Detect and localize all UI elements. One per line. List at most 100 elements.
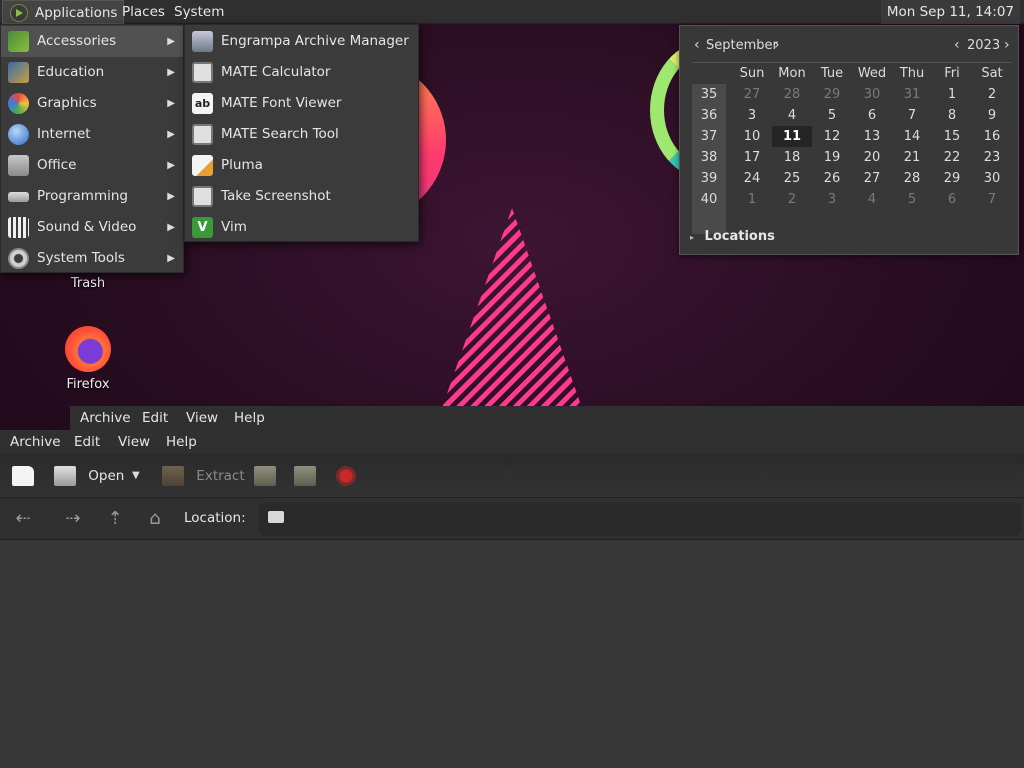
calendar-day[interactable]: 19 <box>812 147 852 168</box>
calendar-day[interactable]: 27 <box>732 84 772 105</box>
calendar-day[interactable]: 18 <box>772 147 812 168</box>
calendar-day[interactable]: 22 <box>932 147 972 168</box>
sound-video-icon <box>8 217 29 238</box>
menu-item-label: Office <box>37 157 77 173</box>
calendar-day[interactable]: 27 <box>852 168 892 189</box>
applications-menu-button[interactable]: Applications <box>2 0 125 24</box>
locations-label: Locations <box>704 229 775 244</box>
calendar-day[interactable]: 3 <box>732 105 772 126</box>
calendar-day[interactable]: 25 <box>772 168 812 189</box>
submenu-item-font-viewer[interactable]: ab MATE Font Viewer <box>185 88 418 119</box>
back-menu-help[interactable]: Help <box>228 406 271 430</box>
calendar-day[interactable]: 7 <box>972 189 1012 210</box>
calendar-day[interactable]: 5 <box>812 105 852 126</box>
calendar-day[interactable]: 1 <box>732 189 772 210</box>
calendar-day[interactable]: 16 <box>972 126 1012 147</box>
calendar-day[interactable]: 20 <box>852 147 892 168</box>
extract-button[interactable]: Extract <box>162 462 245 490</box>
back-arrow-icon[interactable]: ⇠ <box>12 508 34 530</box>
menu-item-graphics[interactable]: Graphics ▶ <box>1 88 183 119</box>
menu-archive[interactable]: Archive <box>4 430 67 454</box>
menu-item-system-tools[interactable]: System Tools ▶ <box>1 243 183 274</box>
new-archive-button[interactable] <box>12 462 34 490</box>
calendar-day[interactable]: 4 <box>852 189 892 210</box>
calendar-day[interactable]: 30 <box>972 168 1012 189</box>
menu-item-label: MATE Calculator <box>221 64 331 80</box>
calendar-day[interactable]: 11 <box>772 126 812 147</box>
menu-item-programming[interactable]: Programming ▶ <box>1 181 183 212</box>
calendar-day[interactable]: 6 <box>932 189 972 210</box>
submenu-item-calculator[interactable]: MATE Calculator <box>185 57 418 88</box>
prev-month-icon[interactable]: ‹ <box>694 37 700 53</box>
submenu-item-screenshot[interactable]: Take Screenshot <box>185 181 418 212</box>
home-icon[interactable]: ⌂ <box>144 508 166 530</box>
menu-view[interactable]: View <box>112 430 156 454</box>
menu-help[interactable]: Help <box>160 430 203 454</box>
calendar-day[interactable]: 17 <box>732 147 772 168</box>
stop-button[interactable] <box>336 462 356 490</box>
menu-item-office[interactable]: Office ▶ <box>1 150 183 181</box>
desktop-icon-trash[interactable]: Trash <box>48 276 128 291</box>
menu-item-internet[interactable]: Internet ▶ <box>1 119 183 150</box>
calendar-day[interactable]: 26 <box>812 168 852 189</box>
system-menu-button[interactable]: System <box>168 0 230 24</box>
calendar-day[interactable]: 10 <box>732 126 772 147</box>
calendar-day[interactable]: 29 <box>932 168 972 189</box>
week-number: 40 <box>700 192 718 207</box>
back-menu-archive[interactable]: Archive <box>74 406 137 430</box>
menu-item-education[interactable]: Education ▶ <box>1 57 183 88</box>
calendar-day[interactable]: 1 <box>932 84 972 105</box>
open-button[interactable]: Open <box>54 462 124 490</box>
next-month-icon[interactable]: › <box>774 37 780 53</box>
calendar-day[interactable]: 28 <box>892 168 932 189</box>
up-arrow-icon[interactable]: ⇡ <box>104 508 126 530</box>
add-files-button[interactable] <box>254 462 276 490</box>
calendar-day[interactable]: 7 <box>892 105 932 126</box>
calendar-day[interactable]: 6 <box>852 105 892 126</box>
next-year-icon[interactable]: › <box>1004 37 1010 53</box>
calendar-day[interactable]: 2 <box>772 189 812 210</box>
submenu-item-search-tool[interactable]: MATE Search Tool <box>185 119 418 150</box>
calendar-day[interactable]: 21 <box>892 147 932 168</box>
menu-item-sound-video[interactable]: Sound & Video ▶ <box>1 212 183 243</box>
add-folder-icon <box>294 466 316 486</box>
calendar-day[interactable]: 9 <box>972 105 1012 126</box>
calendar-day[interactable]: 14 <box>892 126 932 147</box>
back-menu-view[interactable]: View <box>180 406 224 430</box>
clock[interactable]: Mon Sep 11, 14:07 <box>880 0 1020 24</box>
back-menu-edit[interactable]: Edit <box>136 406 174 430</box>
top-panel: Applications Places System Mon Sep 11, 1… <box>0 0 1024 24</box>
location-field[interactable] <box>258 502 1022 536</box>
calendar-day[interactable]: 23 <box>972 147 1012 168</box>
submenu-item-engrampa[interactable]: Engrampa Archive Manager <box>185 26 418 57</box>
calendar-day[interactable]: 24 <box>732 168 772 189</box>
submenu-item-pluma[interactable]: Pluma <box>185 150 418 181</box>
extract-label: Extract <box>196 468 245 484</box>
submenu-item-vim[interactable]: V Vim <box>185 212 418 243</box>
calendar-day[interactable]: 30 <box>852 84 892 105</box>
calendar-day[interactable]: 8 <box>932 105 972 126</box>
calendar-day[interactable]: 15 <box>932 126 972 147</box>
open-dropdown-button[interactable]: ▼ <box>132 462 140 490</box>
forward-arrow-icon[interactable]: ⇢ <box>62 508 84 530</box>
calendar-day[interactable]: 13 <box>852 126 892 147</box>
places-menu-button[interactable]: Places <box>116 0 171 24</box>
archive-manager-window: Archive Edit View Help Open ▼ Extract ⇠ … <box>0 430 1024 768</box>
calendar-day[interactable]: 31 <box>892 84 932 105</box>
calendar-day[interactable]: 2 <box>972 84 1012 105</box>
menu-edit[interactable]: Edit <box>68 430 106 454</box>
calendar-day[interactable]: 12 <box>812 126 852 147</box>
calendar-day[interactable]: 29 <box>812 84 852 105</box>
menu-item-accessories[interactable]: Accessories ▶ <box>1 26 183 57</box>
calendar-day[interactable]: 5 <box>892 189 932 210</box>
toolbar: Open ▼ Extract <box>0 454 1024 498</box>
calendar-day[interactable]: 4 <box>772 105 812 126</box>
calendar-header: ‹ September › ‹ 2023 › <box>688 36 1012 58</box>
file-list-area[interactable] <box>0 540 1024 768</box>
desktop-icon-firefox[interactable]: Firefox <box>48 326 128 392</box>
prev-year-icon[interactable]: ‹ <box>954 37 960 53</box>
calendar-day[interactable]: 28 <box>772 84 812 105</box>
locations-expander[interactable]: ▸ Locations <box>690 229 775 244</box>
calendar-day[interactable]: 3 <box>812 189 852 210</box>
add-folder-button[interactable] <box>294 462 316 490</box>
